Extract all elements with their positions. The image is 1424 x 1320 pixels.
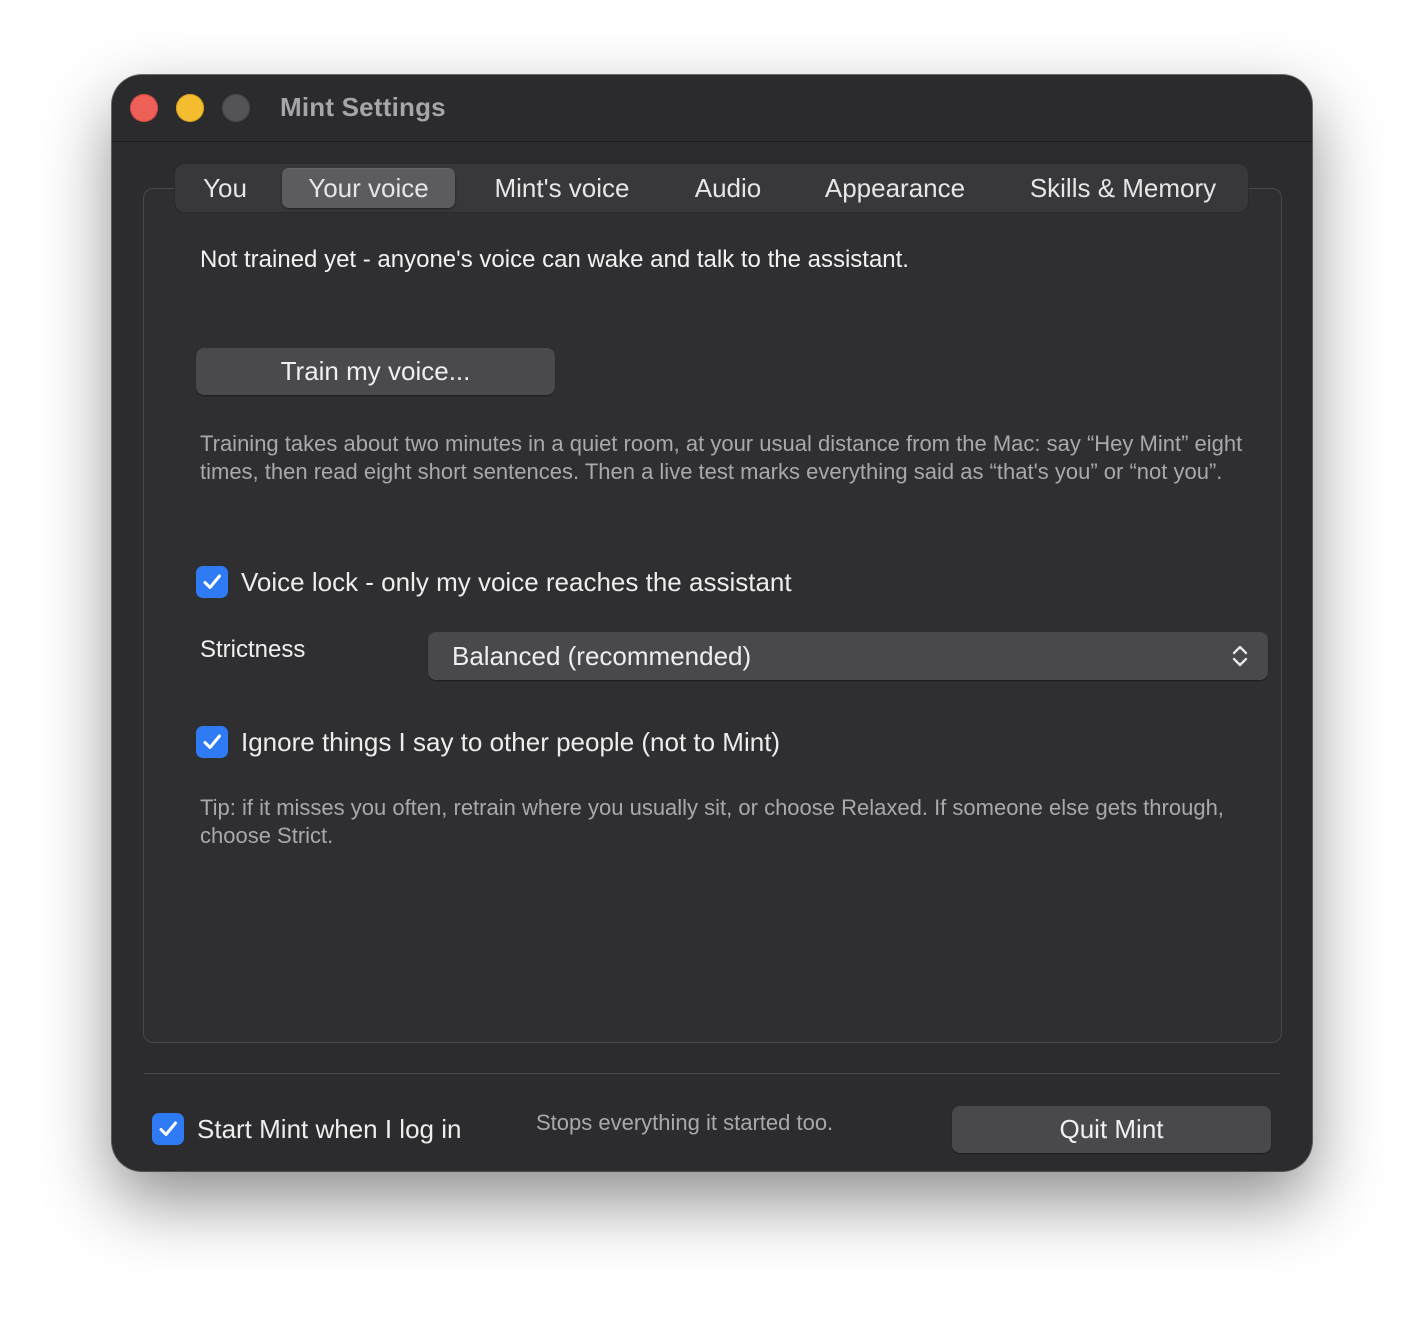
ignore-others-label: Ignore things I say to other people (not… <box>241 726 781 757</box>
strictness-select[interactable]: Balanced (recommended) <box>428 632 1268 680</box>
tip-text: Tip: if it misses you often, retrain whe… <box>200 795 1224 848</box>
train-voice-button[interactable]: Train my voice... <box>196 348 555 395</box>
tab-content-panel <box>143 188 1282 1043</box>
quit-note: Stops everything it started too. <box>536 1110 834 1135</box>
close-window-button[interactable] <box>130 94 158 122</box>
quit-button[interactable]: Quit Mint <box>952 1106 1271 1153</box>
voice-lock-row[interactable]: Voice lock - only my voice reaches the a… <box>196 565 792 599</box>
tab-mints-voice[interactable]: Mint's voice <box>471 168 653 208</box>
voice-training-status: Not trained yet - anyone's voice can wak… <box>200 246 909 273</box>
start-at-login-row[interactable]: Start Mint when I log in <box>152 1112 461 1146</box>
checkmark-icon <box>159 1121 177 1136</box>
strictness-label: Strictness <box>200 636 306 663</box>
ignore-others-checkbox[interactable] <box>196 726 228 758</box>
checkmark-icon <box>203 734 221 749</box>
tab-you[interactable]: You <box>179 168 271 208</box>
tab-appearance[interactable]: Appearance <box>801 168 989 208</box>
chevron-up-down-icon <box>1232 645 1248 667</box>
tab-bar: You Your voice Mint's voice Audio Appear… <box>175 164 1248 212</box>
voice-lock-label: Voice lock - only my voice reaches the a… <box>241 566 792 597</box>
tab-audio[interactable]: Audio <box>673 168 783 208</box>
tab-your-voice[interactable]: Your voice <box>282 168 455 208</box>
minimize-window-button[interactable] <box>176 94 204 122</box>
title-bar: Mint Settings <box>112 75 1312 142</box>
tab-skills-memory[interactable]: Skills & Memory <box>1011 168 1235 208</box>
ignore-others-row[interactable]: Ignore things I say to other people (not… <box>196 725 780 759</box>
window-title: Mint Settings <box>280 92 446 122</box>
footer-divider <box>144 1073 1280 1074</box>
zoom-window-button[interactable] <box>222 94 250 122</box>
training-help-text: Training takes about two minutes in a qu… <box>200 431 1243 484</box>
checkmark-icon <box>203 574 221 589</box>
start-at-login-label: Start Mint when I log in <box>197 1113 462 1144</box>
settings-window: Mint Settings You Your voice Mint's voic… <box>112 75 1312 1171</box>
strictness-select-value: Balanced (recommended) <box>452 641 752 671</box>
voice-lock-checkbox[interactable] <box>196 566 228 598</box>
start-at-login-checkbox[interactable] <box>152 1113 184 1145</box>
